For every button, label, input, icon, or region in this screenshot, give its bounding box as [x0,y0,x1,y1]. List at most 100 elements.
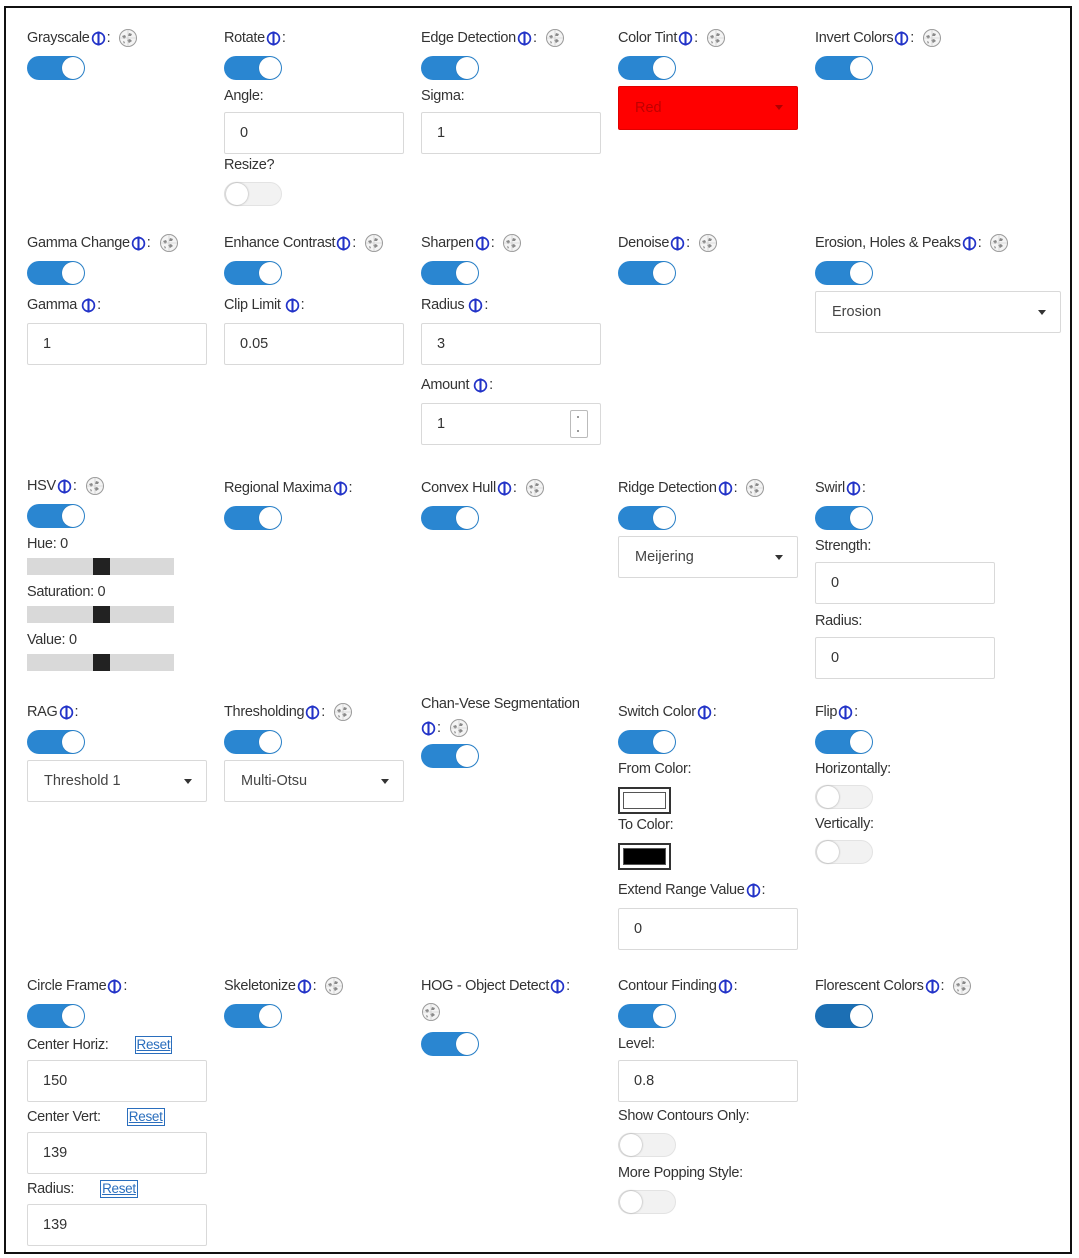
info-icon[interactable] [285,298,300,313]
gamma-change-toggle[interactable] [27,261,85,285]
resize-toggle[interactable] [224,182,282,206]
info-icon[interactable] [468,298,483,313]
chan-vese-toggle[interactable] [421,744,479,768]
info-icon[interactable] [718,979,733,994]
edge-detection-toggle[interactable] [421,56,479,80]
info-icon[interactable] [517,31,532,46]
info-icon[interactable] [59,705,74,720]
sharpen-radius-input[interactable]: 3 [421,323,601,365]
amount-input[interactable]: 1 [421,403,601,445]
info-icon[interactable] [305,705,320,720]
wikipedia-globe-icon[interactable] [449,718,469,738]
circle-frame-toggle[interactable] [27,1004,85,1028]
info-icon[interactable] [336,236,351,251]
info-icon[interactable] [107,979,122,994]
more-popping-toggle[interactable] [618,1190,676,1214]
info-icon[interactable] [846,481,861,496]
center-horiz-input[interactable]: 150 [27,1060,207,1102]
info-icon[interactable] [497,481,512,496]
ridge-detection-toggle[interactable] [618,506,676,530]
slider-thumb[interactable] [93,606,110,623]
hog-toggle[interactable] [421,1032,479,1056]
wikipedia-globe-icon[interactable] [706,28,726,48]
slider-thumb[interactable] [93,558,110,575]
color-tint-toggle[interactable] [618,56,676,80]
florescent-colors-toggle[interactable] [815,1004,873,1028]
info-icon[interactable] [550,979,565,994]
center-vert-reset-link[interactable]: Reset [126,1108,165,1126]
info-icon[interactable] [962,236,977,251]
tint-color-select[interactable]: Red [618,86,798,130]
center-vert-input[interactable]: 139 [27,1132,207,1174]
wikipedia-globe-icon[interactable] [745,478,765,498]
to-color-picker[interactable] [618,843,671,870]
wikipedia-globe-icon[interactable] [545,28,565,48]
saturation-slider[interactable] [27,606,174,623]
ridge-select[interactable]: Meijering [618,536,798,578]
info-icon[interactable] [421,721,436,736]
gamma-input[interactable]: 1 [27,323,207,365]
wikipedia-globe-icon[interactable] [324,976,344,996]
wikipedia-globe-icon[interactable] [421,1002,441,1022]
skeletonize-toggle[interactable] [224,1004,282,1028]
wikipedia-globe-icon[interactable] [502,233,522,253]
from-color-picker[interactable] [618,787,671,814]
extend-range-input[interactable]: 0 [618,908,798,950]
info-icon[interactable] [333,481,348,496]
angle-input[interactable]: 0 [224,112,404,154]
flip-vertically-toggle[interactable] [815,840,873,864]
value-slider[interactable] [27,654,174,671]
rotate-toggle[interactable] [224,56,282,80]
flip-toggle[interactable] [815,730,873,754]
wikipedia-globe-icon[interactable] [952,976,972,996]
wikipedia-globe-icon[interactable] [698,233,718,253]
info-icon[interactable] [746,883,761,898]
sharpen-toggle[interactable] [421,261,479,285]
wikipedia-globe-icon[interactable] [159,233,179,253]
wikipedia-globe-icon[interactable] [989,233,1009,253]
wikipedia-globe-icon[interactable] [118,28,138,48]
info-icon[interactable] [678,31,693,46]
hue-slider[interactable] [27,558,174,575]
info-icon[interactable] [297,979,312,994]
info-icon[interactable] [925,979,940,994]
circle-radius-input[interactable]: 139 [27,1204,207,1246]
info-icon[interactable] [670,236,685,251]
info-icon[interactable] [266,31,281,46]
clip-limit-input[interactable]: 0.05 [224,323,404,365]
slider-thumb[interactable] [93,654,110,671]
enhance-contrast-toggle[interactable] [224,261,282,285]
center-horiz-reset-link[interactable]: Reset [134,1036,173,1054]
info-icon[interactable] [894,31,909,46]
wikipedia-globe-icon[interactable] [525,478,545,498]
show-contours-toggle[interactable] [618,1133,676,1157]
denoise-toggle[interactable] [618,261,676,285]
info-icon[interactable] [838,705,853,720]
swirl-toggle[interactable] [815,506,873,530]
contour-finding-toggle[interactable] [618,1004,676,1028]
info-icon[interactable] [697,705,712,720]
hsv-toggle[interactable] [27,504,85,528]
convex-hull-toggle[interactable] [421,506,479,530]
switch-color-toggle[interactable] [618,730,676,754]
level-input[interactable]: 0.8 [618,1060,798,1102]
info-icon[interactable] [81,298,96,313]
erosion-select[interactable]: Erosion [815,291,1061,333]
wikipedia-globe-icon[interactable] [85,476,105,496]
thresholding-select[interactable]: Multi-Otsu [224,760,404,802]
spinner-icon[interactable] [570,410,588,438]
strength-input[interactable]: 0 [815,562,995,604]
info-icon[interactable] [718,481,733,496]
radius-reset-link[interactable]: Reset [100,1180,138,1198]
erosion-toggle[interactable] [815,261,873,285]
wikipedia-globe-icon[interactable] [922,28,942,48]
wikipedia-globe-icon[interactable] [364,233,384,253]
swirl-radius-input[interactable]: 0 [815,637,995,679]
info-icon[interactable] [475,236,490,251]
regional-maxima-toggle[interactable] [224,506,282,530]
invert-colors-toggle[interactable] [815,56,873,80]
rag-select[interactable]: Threshold 1 [27,760,207,802]
info-icon[interactable] [91,31,106,46]
info-icon[interactable] [131,236,146,251]
sigma-input[interactable]: 1 [421,112,601,154]
